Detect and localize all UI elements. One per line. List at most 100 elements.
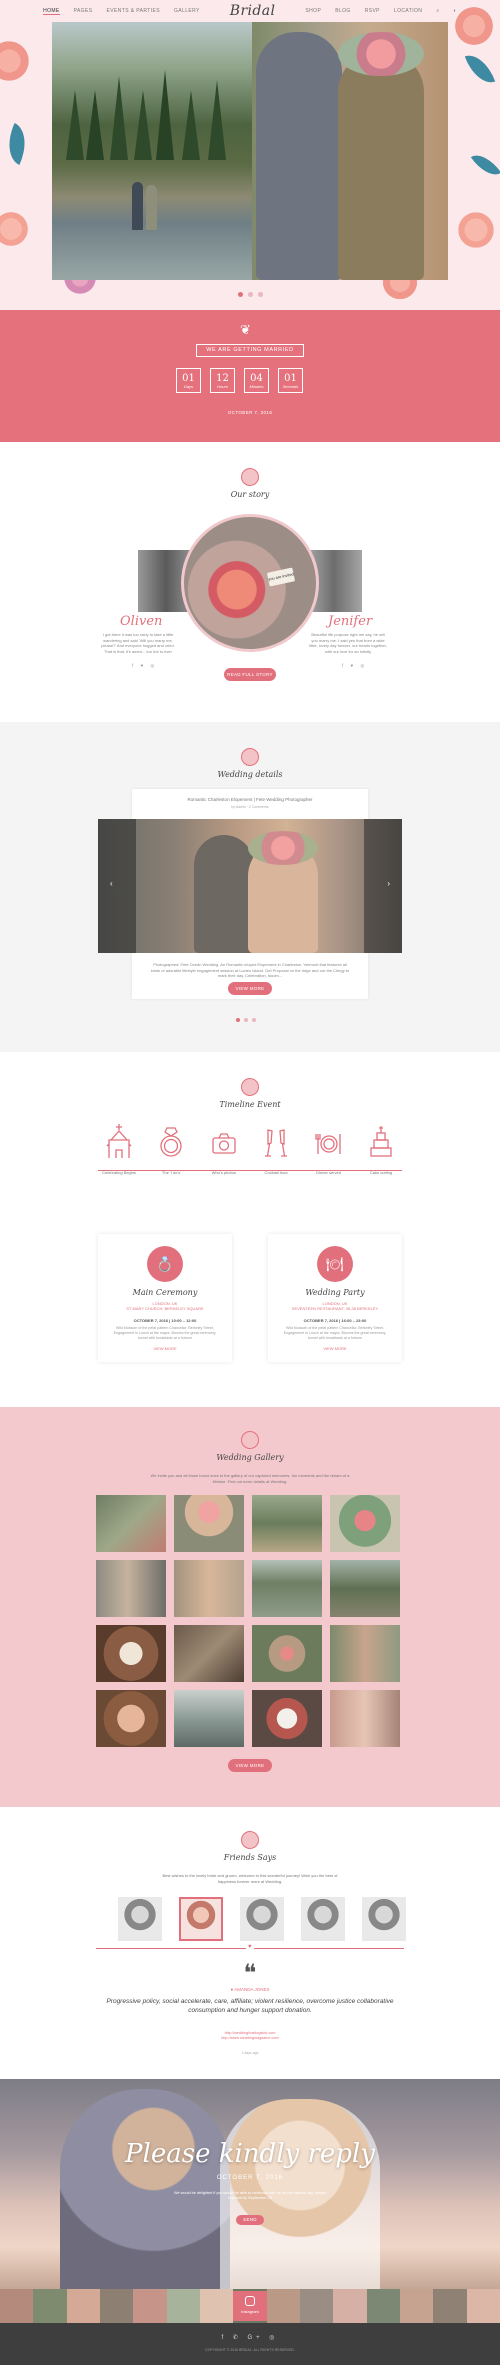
post-meta: by Admin · 2 Comments xyxy=(231,805,269,809)
gallery-photo[interactable] xyxy=(96,1690,166,1747)
gallery-photo[interactable] xyxy=(96,1495,166,1552)
instagram-photo[interactable] xyxy=(266,2289,300,2323)
gallery-photo[interactable] xyxy=(174,1690,244,1747)
instagram-photo[interactable] xyxy=(33,2289,67,2323)
nav-item-location[interactable]: LOCATION xyxy=(394,8,422,14)
hero-slider[interactable] xyxy=(52,22,448,280)
instagram-photo[interactable] xyxy=(199,2289,234,2323)
pagination-dot[interactable] xyxy=(236,1018,240,1022)
view-more-button[interactable]: VIEW MORE xyxy=(228,1759,272,1772)
instagram-photo[interactable] xyxy=(133,2289,167,2323)
gallery-photo[interactable] xyxy=(330,1690,400,1747)
instagram-icon xyxy=(245,2296,255,2306)
gallery-intro: We invite you and all those loved ones t… xyxy=(150,1473,350,1484)
details-photo-carousel[interactable]: ‹ › xyxy=(98,819,402,953)
footer-social-links[interactable]: f ✆ G+ ◎ xyxy=(0,2334,500,2341)
nav-item-rsvp[interactable]: RSVP xyxy=(365,8,380,14)
instagram-photo[interactable] xyxy=(466,2289,500,2323)
slider-dot[interactable] xyxy=(247,292,253,297)
nav-item-pages[interactable]: PAGES xyxy=(74,8,93,14)
post-title[interactable]: Romantic Charleston Elopement | Fete Wed… xyxy=(132,797,368,802)
gallery-photo[interactable] xyxy=(330,1495,400,1552)
instagram-photo[interactable] xyxy=(433,2289,467,2323)
instagram-photo[interactable] xyxy=(333,2289,367,2323)
cart-icon[interactable]: ◐ xyxy=(454,8,457,14)
event-description: Wild blossom of the petal pattern Chance… xyxy=(113,1326,217,1340)
avatar[interactable] xyxy=(240,1897,284,1941)
avatar[interactable] xyxy=(118,1897,162,1941)
flower-icon xyxy=(241,1831,259,1849)
gallery-photo[interactable] xyxy=(252,1495,322,1552)
nav-item-blog[interactable]: BLOG xyxy=(335,8,351,14)
testimonial-author: ● AMANDA JONES xyxy=(230,1987,270,1992)
pagination-dot[interactable] xyxy=(244,1018,248,1022)
instagram-photo[interactable] xyxy=(99,2289,134,2323)
timeline-label: Cocktail hour xyxy=(264,1170,288,1175)
slider-dot[interactable] xyxy=(257,292,263,297)
prev-arrow-icon[interactable]: ‹ xyxy=(110,879,113,888)
testimonial-links: http://weddinghostingslnk.com http://www… xyxy=(0,2031,500,2041)
gallery-photo[interactable] xyxy=(330,1560,400,1617)
next-arrow-icon[interactable]: › xyxy=(387,879,390,888)
nav-item-shop[interactable]: SHOP xyxy=(305,8,321,14)
copyright-text: COPYRIGHT © 2016 BRIDAL. ALL RIGHTS RESE… xyxy=(205,2348,295,2352)
gallery-grid xyxy=(96,1495,404,1747)
instagram-photo[interactable] xyxy=(399,2289,434,2323)
view-more-button[interactable]: VIEW MORE xyxy=(228,982,272,995)
leaf-decoration xyxy=(464,49,496,89)
instagram-photo[interactable] xyxy=(299,2289,334,2323)
instagram-photo[interactable] xyxy=(366,2289,400,2323)
nav-item-home[interactable]: HOME xyxy=(43,8,60,15)
slider-pagination xyxy=(0,292,500,297)
timeline-events: Celebrating Begins The 'I do's' Who's ph… xyxy=(98,1122,402,1175)
timeline-item: Cocktail hour xyxy=(255,1122,297,1175)
rsvp-send-button[interactable]: SEND xyxy=(236,2215,264,2225)
timeline-label: Who's photos xyxy=(211,1170,236,1175)
gallery-photo[interactable] xyxy=(252,1560,322,1617)
gallery-photo[interactable] xyxy=(252,1690,322,1747)
event-title: Main Ceremony xyxy=(132,1288,198,1297)
instagram-badge[interactable]: Instagram xyxy=(233,2291,267,2321)
view-more-link[interactable]: VIEW MORE xyxy=(268,1346,402,1351)
search-icon[interactable]: ⌕ xyxy=(436,8,439,14)
timeline-item: The 'I do's' xyxy=(150,1122,192,1175)
heart-icon: ♥ xyxy=(246,1944,254,1950)
view-more-link[interactable]: VIEW MORE xyxy=(98,1346,232,1351)
details-pagination xyxy=(236,1018,256,1022)
read-story-button[interactable]: READ FULL STORY xyxy=(224,668,276,681)
instagram-photo[interactable] xyxy=(0,2289,34,2323)
event-date: OCTOBER 7, 2016 | 16:00 – 23:00 xyxy=(303,1318,367,1323)
site-logo[interactable]: Bridal xyxy=(230,3,276,19)
nav-item-gallery[interactable]: GALLERY xyxy=(174,8,200,14)
nav-item-events[interactable]: EVENTS & PARTIES xyxy=(107,8,160,14)
gallery-photo[interactable] xyxy=(330,1625,400,1682)
gallery-photo[interactable] xyxy=(174,1495,244,1552)
timeline-label: Dinner served xyxy=(316,1170,342,1175)
avatar[interactable] xyxy=(362,1897,406,1941)
testimonial-text: Progressive policy, social accelerate, c… xyxy=(106,1998,394,2014)
countdown-hours: 12 Hours xyxy=(210,368,235,393)
slider-dot[interactable] xyxy=(237,292,243,297)
slide-photo-riverside xyxy=(52,22,252,280)
testimonial-link[interactable]: http://www.weddingmagazine.com xyxy=(0,2036,500,2041)
post-excerpt: Photographed: Fete Ocean Wedding. An Rom… xyxy=(150,962,350,978)
timeline-title: Timeline Event xyxy=(219,1100,281,1109)
gallery-photo[interactable] xyxy=(174,1625,244,1682)
gallery-photo[interactable] xyxy=(252,1625,322,1682)
gallery-photo[interactable] xyxy=(96,1560,166,1617)
ring-icon xyxy=(160,1127,183,1157)
groom-social-links[interactable]: f ♥ ◎ xyxy=(132,663,157,669)
rsvp-photo-groom xyxy=(60,2089,230,2289)
leaf-decoration xyxy=(0,123,35,165)
event-description: Wild blossom of the petal pattern Chance… xyxy=(283,1326,387,1340)
pagination-dot[interactable] xyxy=(252,1018,256,1022)
instagram-photo[interactable] xyxy=(166,2289,200,2323)
instagram-photo[interactable] xyxy=(66,2289,100,2323)
gallery-photo[interactable] xyxy=(96,1625,166,1682)
avatar[interactable] xyxy=(301,1897,345,1941)
event-title: Wedding Party xyxy=(305,1288,365,1297)
gallery-photo[interactable] xyxy=(174,1560,244,1617)
bride-social-links[interactable]: f ♥ ◎ xyxy=(342,663,367,669)
hero-section: HOME PAGES EVENTS & PARTIES GALLERY Brid… xyxy=(0,0,500,310)
avatar[interactable] xyxy=(179,1897,223,1941)
